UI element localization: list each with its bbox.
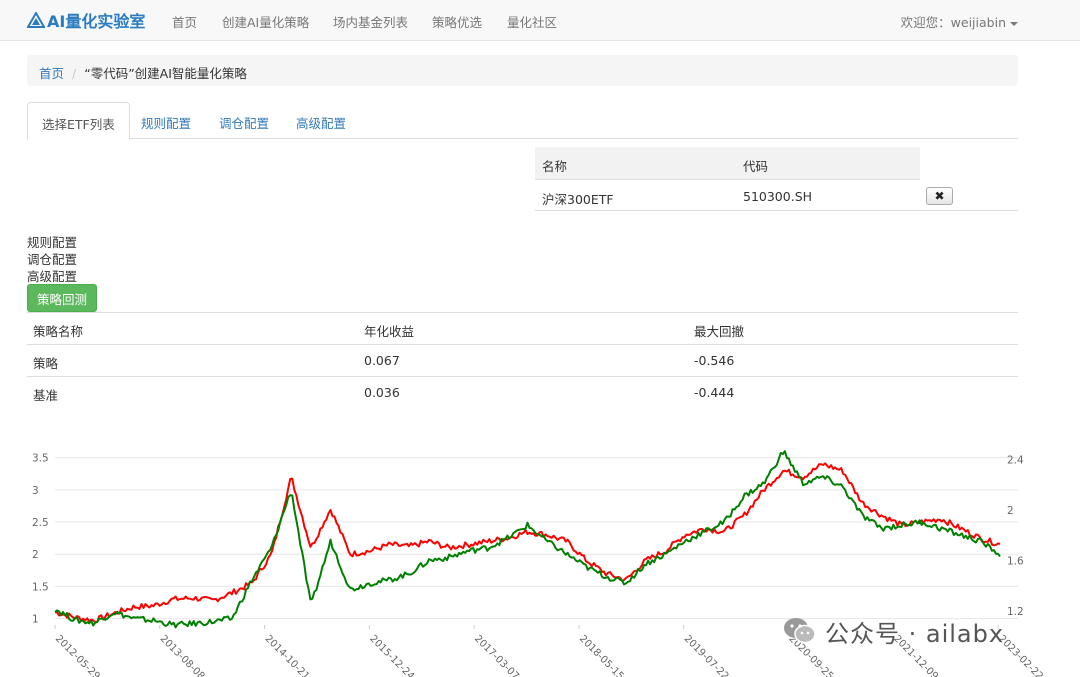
header-name: 名称 bbox=[542, 156, 567, 175]
section-advanced: 高级配置 bbox=[27, 266, 77, 285]
header-annual-return: 年化收益 bbox=[364, 321, 414, 340]
close-icon: ✖ bbox=[934, 189, 944, 203]
tab-rules[interactable]: 规则配置 bbox=[127, 102, 205, 139]
table-row: 沪深300ETF 510300.SH ✖ bbox=[535, 180, 1018, 211]
row-annual-return: 0.036 bbox=[364, 385, 400, 400]
x-tick-label: 2018-05-15 bbox=[577, 633, 626, 677]
nav-item-fund-list[interactable]: 场内基金列表 bbox=[333, 12, 408, 31]
wechat-icon bbox=[783, 616, 817, 646]
breadcrumb-current: “零代码”创建AI智能量化策略 bbox=[84, 66, 247, 81]
y-tick-label-left: 1.5 bbox=[32, 581, 49, 593]
y-tick-label-left: 3.5 bbox=[32, 453, 49, 465]
brand-title: AI量化实验室 bbox=[47, 8, 145, 32]
row-max-drawdown: -0.444 bbox=[694, 385, 734, 400]
config-tabs: 选择ETF列表 规则配置 调仓配置 高级配置 bbox=[27, 102, 1018, 139]
nav-item-community[interactable]: 量化社区 bbox=[507, 12, 557, 31]
x-tick-label: 2017-03-07 bbox=[472, 633, 521, 677]
breadcrumb-separator: / bbox=[64, 66, 84, 81]
row-max-drawdown: -0.546 bbox=[694, 353, 734, 368]
y-tick-label-left: 1 bbox=[32, 614, 39, 626]
header-max-drawdown: 最大回撤 bbox=[694, 321, 744, 340]
table-row: 策略 0.067 -0.546 bbox=[27, 344, 1018, 376]
etf-code: 510300.SH bbox=[743, 189, 812, 204]
nav-item-home[interactable]: 首页 bbox=[172, 12, 197, 31]
x-tick-label: 2013-08-08 bbox=[158, 633, 207, 677]
brand-logo[interactable]: AI量化实验室 bbox=[27, 9, 145, 31]
x-tick-label: 2019-07-22 bbox=[682, 633, 731, 677]
x-tick-label: 2015-12-24 bbox=[367, 633, 416, 677]
header-strategy-name: 策略名称 bbox=[33, 321, 83, 340]
table-row: 基准 0.036 -0.444 bbox=[27, 376, 1018, 408]
x-tick-label: 2012-05-29 bbox=[53, 633, 102, 677]
series-line-strategy bbox=[55, 463, 1000, 622]
remove-etf-button[interactable]: ✖ bbox=[926, 187, 953, 205]
breadcrumb-home[interactable]: 首页 bbox=[39, 66, 64, 81]
results-header-row: 策略名称 年化收益 最大回撤 bbox=[27, 312, 1018, 344]
nav-item-strategy-picks[interactable]: 策略优选 bbox=[432, 12, 482, 31]
y-tick-label-left: 2 bbox=[32, 549, 39, 561]
user-greeting: 欢迎您：weijiabin bbox=[901, 15, 1006, 30]
y-tick-label-right: 1.2 bbox=[1007, 606, 1024, 618]
series-line-benchmark bbox=[55, 451, 1000, 627]
y-tick-label-right: 2 bbox=[1007, 505, 1014, 517]
etf-table-header: 名称 代码 bbox=[535, 147, 920, 180]
y-tick-label-left: 3 bbox=[32, 485, 39, 497]
watermark: 公众号 · ailabx bbox=[783, 614, 1004, 648]
row-annual-return: 0.067 bbox=[364, 353, 400, 368]
tab-rebalance[interactable]: 调仓配置 bbox=[205, 102, 283, 139]
breadcrumb: 首页/“零代码”创建AI智能量化策略 bbox=[27, 55, 1018, 86]
y-tick-label-left: 2.5 bbox=[32, 517, 49, 529]
brand-triangle-icon bbox=[27, 12, 45, 28]
tab-advanced[interactable]: 高级配置 bbox=[282, 102, 360, 139]
x-tick-label: 2014-10-21 bbox=[262, 633, 311, 677]
nav-item-create-strategy[interactable]: 创建AI量化策略 bbox=[222, 12, 309, 31]
row-name: 基准 bbox=[33, 385, 58, 404]
watermark-text: 公众号 · ailabx bbox=[825, 614, 1004, 649]
header-code: 代码 bbox=[743, 156, 768, 175]
top-navbar: AI量化实验室 首页 创建AI量化策略 场内基金列表 策略优选 量化社区 欢迎您… bbox=[0, 0, 1080, 41]
tab-select-etf[interactable]: 选择ETF列表 bbox=[27, 102, 130, 140]
y-tick-label-right: 2.4 bbox=[1007, 454, 1024, 466]
y-tick-label-right: 1.6 bbox=[1007, 556, 1024, 568]
etf-name: 沪深300ETF bbox=[542, 189, 614, 208]
backtest-button[interactable]: 策略回测 bbox=[27, 284, 97, 312]
row-name: 策略 bbox=[33, 353, 58, 372]
user-menu[interactable]: 欢迎您：weijiabin bbox=[901, 12, 1018, 31]
caret-down-icon bbox=[1010, 22, 1018, 26]
